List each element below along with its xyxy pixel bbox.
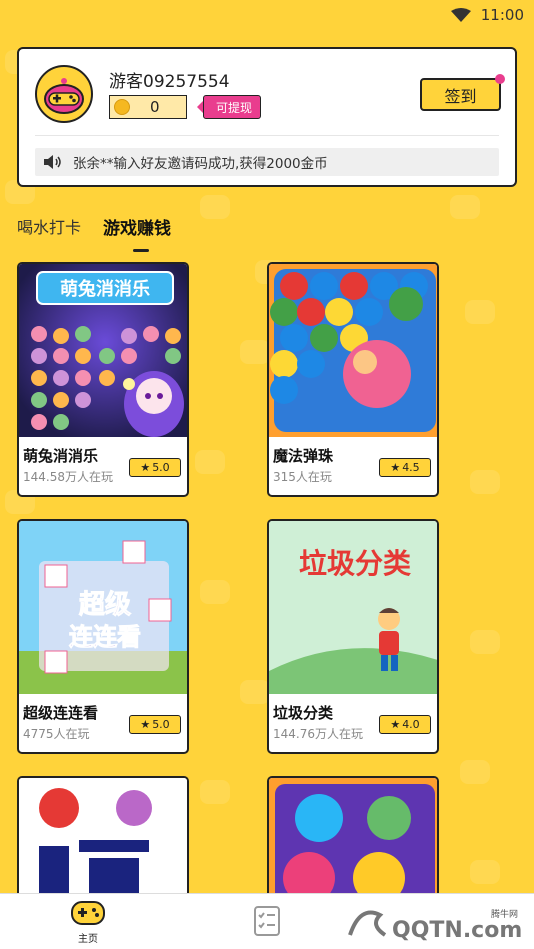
game-card-5[interactable]: [17, 776, 189, 906]
star-icon: ★: [390, 718, 401, 731]
coin-count: 0: [150, 98, 160, 116]
rating-badge: ★ 5.0: [129, 458, 181, 477]
game-thumbnail: 垃圾分类: [269, 521, 437, 694]
thumb-title: 萌兔消消乐: [60, 278, 150, 300]
gamepad-icon: [71, 900, 105, 925]
game-name: 魔法弹珠: [273, 447, 334, 465]
game-players: 144.58万人在玩: [23, 470, 113, 484]
thumb-title-1: 超级: [79, 589, 131, 620]
game-thumbnail: 萌兔消消乐: [19, 264, 187, 437]
game-card-mengtu[interactable]: 萌兔消消乐 萌兔消消乐 144.58万人在玩 ★ 5.0: [17, 262, 189, 497]
game-name: 垃圾分类: [273, 704, 334, 722]
category-tabs: 喝水打卡 游戏赚钱: [17, 214, 171, 252]
rating-value: 5.0: [152, 718, 170, 731]
game-card-garbage-sort[interactable]: 垃圾分类 垃圾分类 144.76万人在玩 ★ 4.0: [267, 519, 439, 754]
coin-icon: [114, 99, 130, 115]
star-icon: ★: [390, 461, 401, 474]
gamepad-avatar-icon: [44, 78, 84, 114]
game-thumbnail: [19, 778, 187, 904]
rating-value: 5.0: [152, 461, 170, 474]
game-players: 4775人在玩: [23, 727, 90, 741]
game-info: 萌兔消消乐 144.58万人在玩 ★ 5.0: [19, 437, 187, 495]
game-thumbnail: 超级 连连看: [19, 521, 187, 694]
rating-value: 4.5: [402, 461, 420, 474]
game-name: 萌兔消消乐: [23, 447, 99, 465]
star-icon: ★: [140, 718, 151, 731]
nav-home-label: 主页: [78, 933, 98, 945]
game-name: 超级连连看: [23, 704, 99, 722]
game-card-super-link[interactable]: 超级 连连看 超级连连看 4775人在玩 ★ 5.0: [17, 519, 189, 754]
wifi-icon: [450, 8, 471, 22]
rating-badge: ★ 5.0: [129, 715, 181, 734]
checklist-icon: [254, 906, 280, 936]
avatar[interactable]: [35, 65, 93, 123]
signin-label: 签到: [444, 86, 477, 106]
tab-game-earn[interactable]: 游戏赚钱: [103, 214, 171, 252]
tab-drink-water[interactable]: 喝水打卡: [17, 214, 81, 239]
game-thumbnail: [269, 264, 437, 437]
game-players: 144.76万人在玩: [273, 727, 363, 741]
game-players: 315人在玩: [273, 470, 332, 484]
rating-badge: ★ 4.0: [379, 715, 431, 734]
star-icon: ★: [140, 461, 151, 474]
thumb-title-2: 连连看: [69, 623, 141, 651]
game-info: 魔法弹珠 315人在玩 ★ 4.5: [269, 437, 437, 495]
signin-button[interactable]: 签到: [420, 74, 505, 111]
nav-tasks[interactable]: [250, 904, 284, 938]
notification-dot: [495, 74, 505, 84]
game-info: 超级连连看 4775人在玩 ★ 5.0: [19, 694, 187, 752]
status-bar: 11:00: [0, 0, 534, 30]
bottom-navigation: 主页: [0, 893, 534, 949]
username: 游客09257554: [109, 72, 230, 92]
rating-badge: ★ 4.5: [379, 458, 431, 477]
coin-balance: 0: [109, 95, 187, 119]
withdraw-button[interactable]: 可提现: [196, 95, 262, 119]
divider: [35, 135, 499, 136]
status-time: 11:00: [480, 6, 524, 24]
rating-value: 4.0: [402, 718, 420, 731]
nav-home[interactable]: 主页: [68, 894, 108, 949]
game-thumbnail: [269, 778, 437, 904]
thumb-title: 垃圾分类: [299, 547, 411, 580]
game-card-magic-marble[interactable]: 魔法弹珠 315人在玩 ★ 4.5: [267, 262, 439, 497]
game-info: 垃圾分类 144.76万人在玩 ★ 4.0: [269, 694, 437, 752]
game-card-6[interactable]: [267, 776, 439, 906]
notice-text: 张余**输入好友邀请码成功,获得2000金币: [73, 156, 328, 172]
profile-card: 游客09257554 0 可提现 签到 张余**输入好友邀请码成功,获得2000…: [17, 47, 517, 187]
notice-bar: 张余**输入好友邀请码成功,获得2000金币: [35, 148, 499, 176]
speaker-icon: [44, 155, 61, 169]
